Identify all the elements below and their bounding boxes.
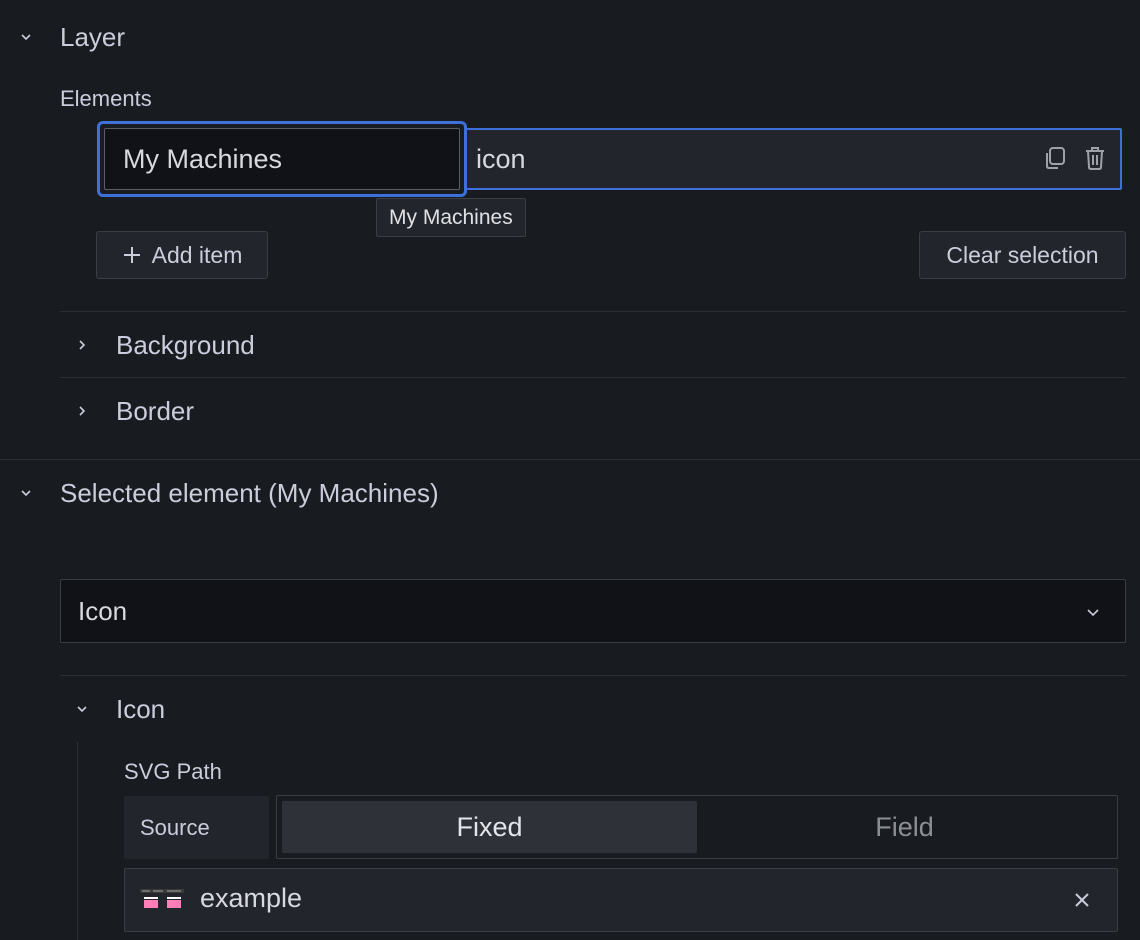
plus-icon [122, 245, 142, 265]
layer-section-header[interactable]: Layer [18, 20, 125, 54]
chevron-down-icon [18, 29, 34, 45]
close-icon[interactable] [1073, 891, 1091, 909]
elements-label: Elements [60, 86, 152, 111]
svg-path-label: SVG Path [124, 759, 222, 784]
divider [60, 675, 1126, 676]
chevron-right-icon [74, 337, 90, 353]
add-item-label: Add item [151, 241, 243, 268]
nesting-guide-line [77, 742, 78, 940]
divider [60, 377, 1126, 378]
border-title: Border [116, 395, 195, 426]
icon-section-title: Icon [116, 693, 166, 724]
source-label-box: Source [124, 796, 269, 859]
icon-preview-thumbnail [139, 887, 185, 915]
element-name-value: My Machines [123, 143, 283, 174]
source-option-field-label: Field [875, 811, 934, 842]
source-option-field[interactable]: Field [697, 801, 1112, 853]
icon-picker-input[interactable]: example [124, 868, 1118, 932]
tooltip: My Machines [376, 198, 526, 237]
background-title: Background [116, 329, 255, 360]
chevron-down-icon [74, 701, 90, 717]
background-section-header[interactable]: Background [74, 328, 255, 362]
element-type-label: icon [476, 144, 526, 174]
chevron-down-icon [18, 485, 34, 501]
element-type-select[interactable]: Icon [60, 579, 1126, 643]
source-label: Source [140, 814, 210, 840]
border-section-header[interactable]: Border [74, 394, 194, 428]
divider [0, 459, 1140, 460]
icon-picker-value: example [200, 883, 303, 913]
clear-selection-label: Clear selection [946, 241, 1099, 268]
trash-icon[interactable] [1082, 145, 1108, 176]
element-type-select-value: Icon [78, 595, 128, 626]
chevron-down-icon [1085, 604, 1101, 620]
duplicate-icon[interactable] [1042, 145, 1068, 176]
selected-element-section-header[interactable]: Selected element (My Machines) [18, 476, 439, 510]
element-name-input[interactable]: My Machines [97, 121, 467, 197]
source-option-fixed-label: Fixed [456, 811, 523, 842]
layer-title: Layer [60, 21, 126, 52]
divider [60, 311, 1126, 312]
element-row[interactable]: My Machines icon [97, 121, 1122, 197]
add-item-button[interactable]: Add item [96, 231, 268, 279]
chevron-right-icon [74, 403, 90, 419]
source-radio-group[interactable]: Fixed Field [276, 795, 1118, 859]
source-option-fixed[interactable]: Fixed [282, 801, 697, 853]
selected-element-title: Selected element (My Machines) [60, 477, 439, 508]
icon-section-header[interactable]: Icon [74, 692, 165, 726]
tooltip-text: My Machines [389, 205, 513, 229]
clear-selection-button[interactable]: Clear selection [919, 231, 1126, 279]
